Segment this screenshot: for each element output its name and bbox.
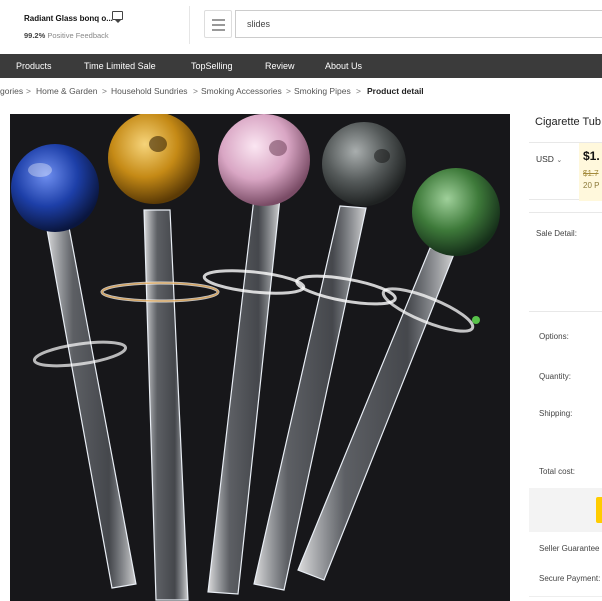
menu-line <box>212 24 225 26</box>
total-cost-label: Total cost: <box>539 467 576 476</box>
price-box: USD ⌄ $1. $1.7 20 P <box>529 142 602 201</box>
store-info: Radiant Glass bonq o... 99.2% Positive F… <box>10 6 190 44</box>
original-price: $1.7 <box>583 169 599 178</box>
breadcrumb-categories[interactable]: gories <box>0 86 23 96</box>
store-name[interactable]: Radiant Glass bonq o... <box>24 14 113 23</box>
divider <box>529 596 602 597</box>
breadcrumb-separator: > <box>102 86 107 96</box>
chevron-down-icon: ⌄ <box>556 157 563 164</box>
shipping-label: Shipping: <box>539 409 573 418</box>
breadcrumb-separator: > <box>193 86 198 96</box>
price-panel: $1. $1.7 20 P <box>579 143 602 201</box>
chat-icon[interactable] <box>112 7 123 23</box>
seller-guarantee-label: Seller Guarantee <box>539 544 600 553</box>
hamburger-menu-icon[interactable] <box>204 10 232 38</box>
sale-detail-label: Sale Detail: <box>536 229 577 238</box>
feedback-percent: 99.2% <box>24 31 46 40</box>
min-order: 20 P <box>583 181 600 190</box>
breadcrumb-product-detail: Product detail <box>367 86 424 96</box>
nav-item-review[interactable]: Review <box>265 54 295 78</box>
store-nav: Products Time Limited Sale TopSelling Re… <box>0 54 602 78</box>
breadcrumb-household-sundries[interactable]: Household Sundries <box>111 86 188 96</box>
sale-detail-box: Sale Detail: <box>529 212 602 312</box>
menu-line <box>212 29 225 31</box>
product-price: $1. <box>583 149 600 163</box>
breadcrumb-smoking-pipes[interactable]: Smoking Pipes <box>294 86 351 96</box>
feedback-label: Positive Feedback <box>47 31 109 40</box>
buy-now-button[interactable] <box>596 497 602 523</box>
product-title: Cigarette Tub <box>535 116 602 128</box>
currency-select[interactable]: USD ⌄ <box>536 154 562 164</box>
glass-pipes-photo <box>10 114 510 601</box>
secure-payment-label: Secure Payment: <box>539 574 601 583</box>
breadcrumb-separator: > <box>26 86 31 96</box>
quantity-label: Quantity: <box>539 372 572 381</box>
buy-area <box>529 488 602 532</box>
product-image[interactable] <box>10 114 510 601</box>
nav-item-products[interactable]: Products <box>16 54 52 78</box>
breadcrumb-separator: > <box>356 86 361 96</box>
site-header: Radiant Glass bonq o... 99.2% Positive F… <box>0 0 602 54</box>
nav-item-about-us[interactable]: About Us <box>325 54 362 78</box>
nav-item-topselling[interactable]: TopSelling <box>191 54 233 78</box>
breadcrumb-separator: > <box>286 86 291 96</box>
currency-value: USD <box>536 154 554 164</box>
breadcrumb-smoking-accessories[interactable]: Smoking Accessories <box>201 86 282 96</box>
options-label: Options: <box>539 332 569 341</box>
breadcrumb-home-garden[interactable]: Home & Garden <box>36 86 97 96</box>
nav-item-time-limited-sale[interactable]: Time Limited Sale <box>84 54 156 78</box>
store-feedback: 99.2% Positive Feedback <box>24 31 109 40</box>
menu-line <box>212 19 225 21</box>
search-input[interactable] <box>235 10 602 38</box>
